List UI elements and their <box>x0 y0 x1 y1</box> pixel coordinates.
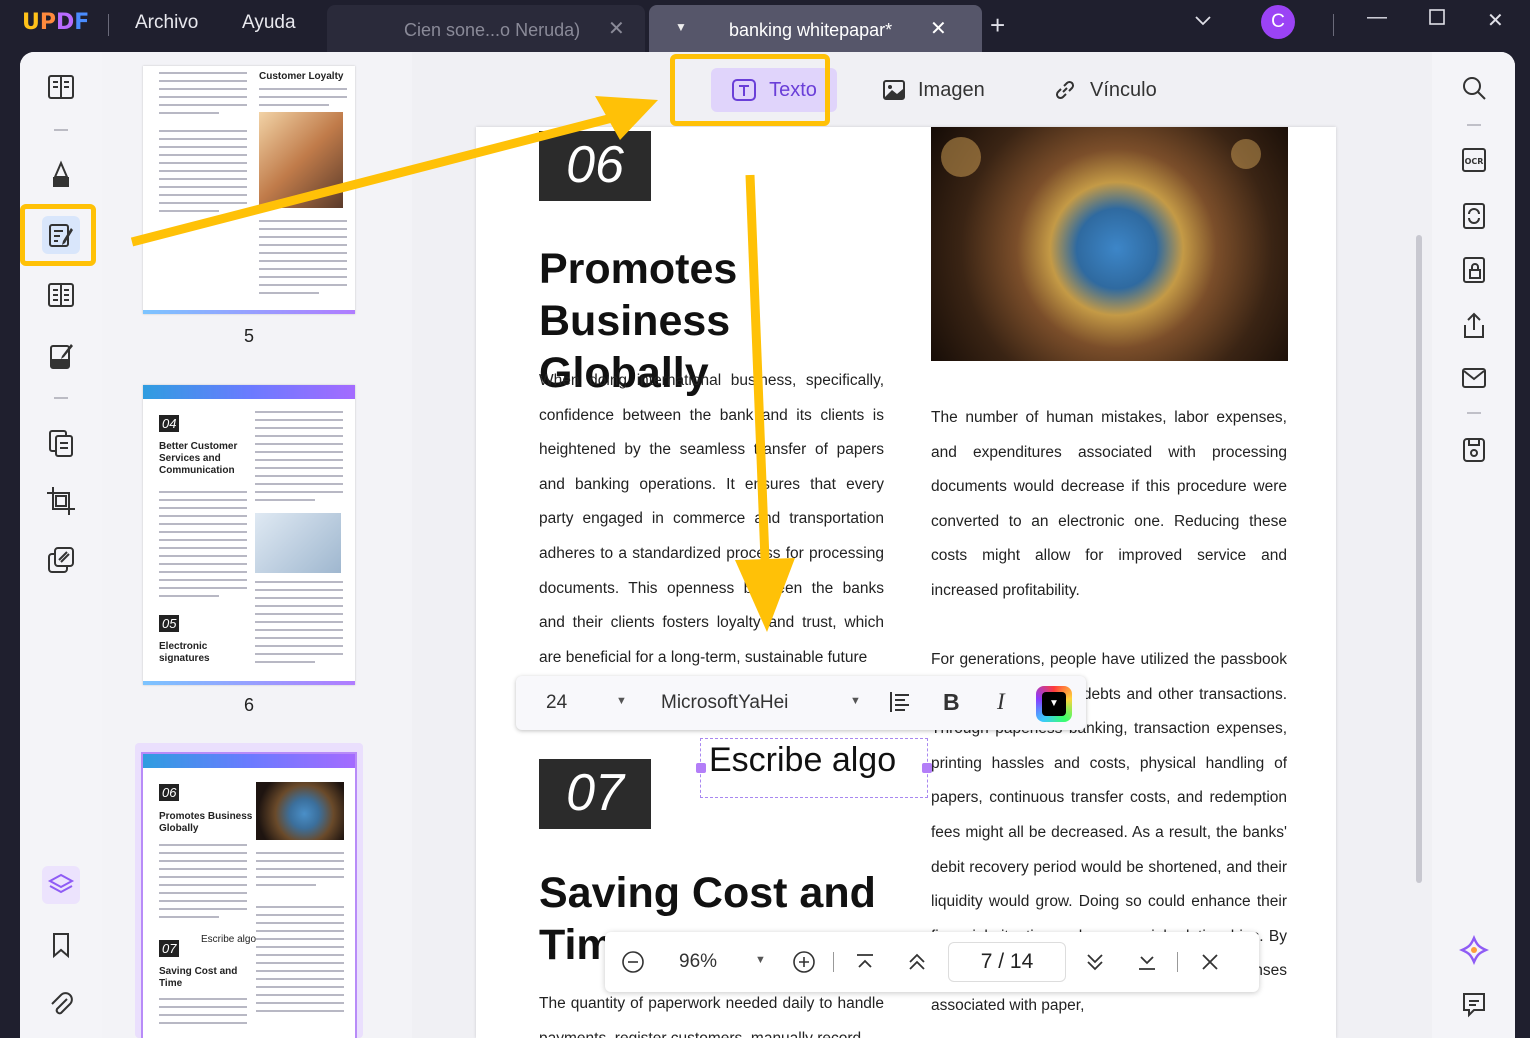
tutorial-arrows <box>130 96 795 632</box>
